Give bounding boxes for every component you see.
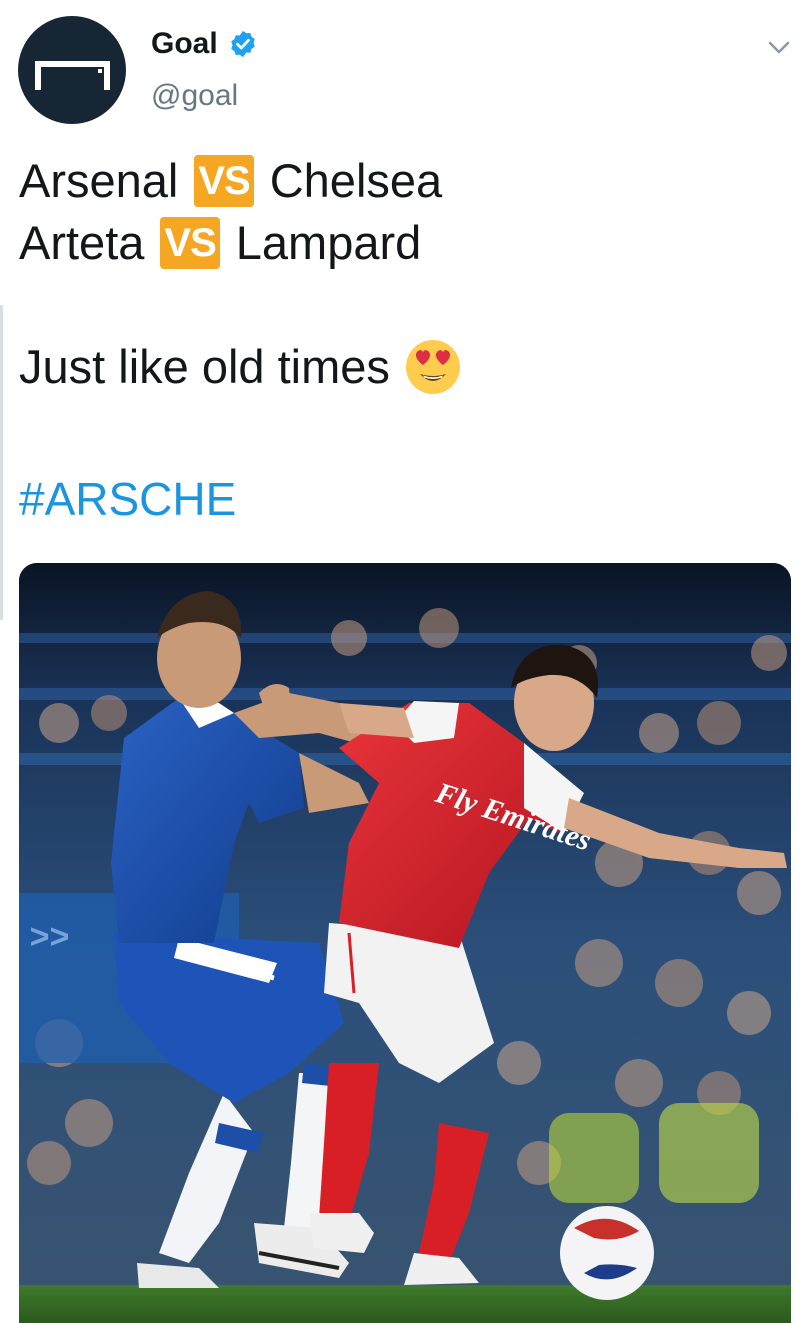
tweet-caption: Just like old times bbox=[19, 340, 390, 393]
goal-logo-icon bbox=[35, 61, 110, 90]
team-home: Arsenal bbox=[19, 154, 179, 207]
tweet-line-2: Arteta VS Lampard bbox=[19, 212, 779, 274]
tweet-line-3: Just like old times bbox=[19, 336, 779, 398]
svg-text:>>: >> bbox=[29, 918, 69, 956]
account-name-row: Goal bbox=[151, 24, 258, 64]
account-name[interactable]: Goal bbox=[151, 24, 218, 64]
match-photo-image: >> Fly Emirates bbox=[19, 563, 791, 1323]
vs-badge: VS bbox=[160, 217, 220, 269]
chevron-down-icon[interactable] bbox=[764, 32, 794, 62]
heart-eyes-emoji-icon bbox=[404, 338, 462, 396]
left-edge-divider bbox=[0, 305, 3, 620]
tweet-text: Arsenal VS Chelsea Arteta VS Lampard Jus… bbox=[19, 150, 779, 398]
manager-home: Arteta bbox=[19, 216, 145, 269]
account-handle[interactable]: @goal bbox=[151, 76, 238, 116]
manager-away: Lampard bbox=[235, 216, 422, 269]
vs-badge: VS bbox=[194, 155, 254, 207]
avatar[interactable] bbox=[18, 16, 126, 124]
hashtag-link[interactable]: #ARSCHE bbox=[19, 470, 236, 528]
tweet-line-1: Arsenal VS Chelsea bbox=[19, 150, 779, 212]
verified-badge-icon bbox=[228, 29, 258, 59]
team-away: Chelsea bbox=[269, 154, 443, 207]
tweet-media-photo[interactable]: >> Fly Emirates bbox=[19, 563, 791, 1323]
